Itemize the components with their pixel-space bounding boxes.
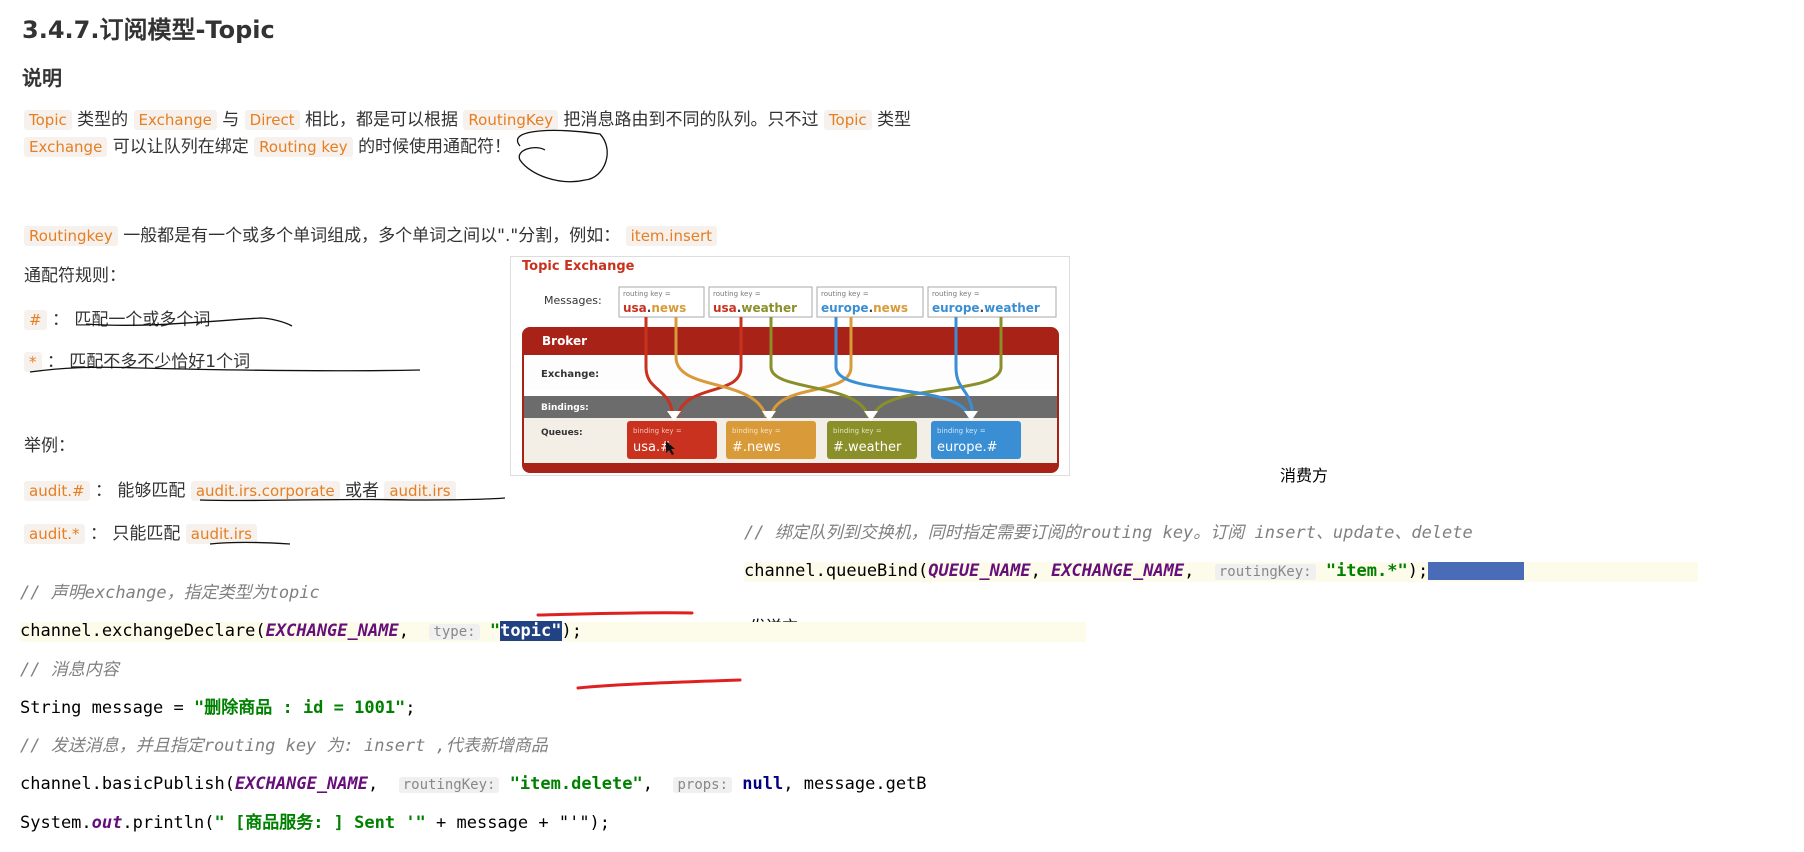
queues-label: Queues: [541, 428, 583, 438]
code-string: "item.delete" [509, 774, 643, 794]
consumer-label: 消费方 [1280, 466, 1329, 485]
bk-prefix: binding key = [937, 427, 986, 435]
broker-label: Broker [542, 334, 587, 348]
code-string: "删除商品 : id = 1001" [194, 698, 406, 718]
code-token: ); [1407, 561, 1429, 581]
code-line: channel.basicPublish(EXCHANGE_NAME, rout… [20, 775, 1086, 795]
cropped-line [0, 556, 1086, 562]
parameter-hint: props: [673, 777, 733, 793]
queue-binding-key: europe.# [937, 440, 998, 455]
code-token: , [1184, 561, 1215, 581]
topic-exchange-diagram: Topic Exchange Messages: routing key = u… [510, 256, 1070, 476]
rk-prefix: routing key = [713, 290, 761, 298]
message-box: routing key = europe.weather [927, 286, 1057, 318]
message-box: routing key = usa.weather [708, 286, 813, 318]
queue-binding-key: #.weather [833, 440, 902, 455]
bk-prefix: binding key = [833, 427, 882, 435]
queue-box: binding key = #.weather [827, 421, 917, 459]
code-const: out [91, 813, 123, 833]
code-string: "item.*" [1325, 561, 1408, 581]
bindings-label: Bindings: [541, 403, 589, 413]
exchange-label: Exchange: [541, 369, 599, 380]
queue-binding-key: usa.# [633, 440, 671, 455]
red-annotations [536, 611, 742, 690]
code-line: System.out.println(" [商品服务: ] Sent '" + … [20, 814, 1086, 833]
rk-prefix: routing key = [821, 290, 869, 298]
message-box: routing key = usa.news [618, 286, 705, 318]
parameter-hint: routingKey: [398, 777, 500, 793]
code-token: .println( [122, 813, 215, 833]
code-token: , [368, 774, 399, 794]
code-token: , message.getB [783, 774, 927, 794]
parameter-hint: routingKey: [1214, 564, 1316, 580]
bk-prefix: binding key = [732, 427, 781, 435]
message-key: usa.weather [713, 301, 797, 315]
selection-highlight [1428, 562, 1525, 580]
code-token: + message + "'"); [425, 813, 611, 833]
code-token: System. [20, 813, 92, 833]
code-token: channel.basicPublish( [20, 774, 235, 794]
queue-box: binding key = #.news [726, 421, 816, 459]
message-box: routing key = europe.news [816, 286, 924, 318]
message-key: usa.news [623, 301, 686, 315]
code-const: EXCHANGE_NAME [234, 774, 368, 794]
messages-label: Messages: [544, 294, 602, 307]
code-line: String message = "删除商品 : id = 1001"; [20, 699, 1086, 718]
message-key: europe.news [821, 301, 908, 315]
rk-prefix: routing key = [623, 290, 671, 298]
code-comment: // 绑定队列到交换机，同时指定需要订阅的routing key。订阅 inse… [744, 523, 1473, 543]
diagram-svg: Topic Exchange Messages: routing key = u… [522, 259, 1059, 473]
code-string: " [商品服务: ] Sent '" [214, 813, 426, 833]
bk-prefix: binding key = [633, 427, 682, 435]
queue-box: binding key = europe.# [931, 421, 1021, 459]
code-token: String message = [20, 698, 194, 718]
code-token: , [642, 774, 674, 794]
code-keyword: null [742, 774, 784, 794]
diagram-title: Topic Exchange [522, 259, 635, 274]
queue-binding-key: #.news [732, 440, 781, 455]
rk-prefix: routing key = [932, 290, 980, 298]
code-comment: // 发送消息，并且指定routing key 为: insert ,代表新增商… [20, 736, 548, 756]
consumer-code-block: // 绑定队列到交换机，同时指定需要订阅的routing key。订阅 inse… [744, 505, 1698, 582]
message-key: europe.weather [932, 301, 1040, 315]
code-token: ; [405, 698, 416, 718]
